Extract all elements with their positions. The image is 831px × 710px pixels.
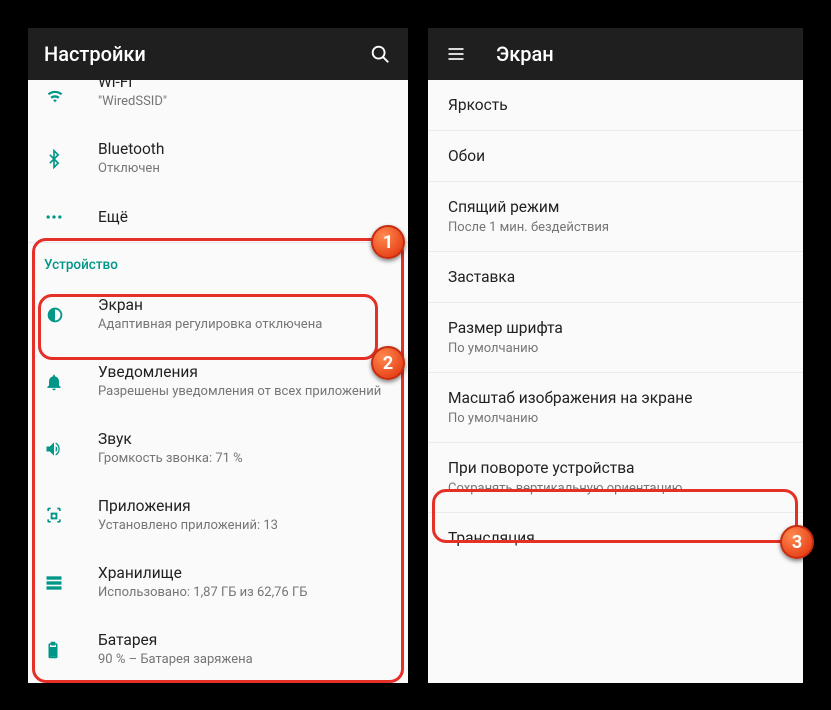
- badge-3: 3: [780, 525, 814, 559]
- battery-sub: 90 % – Батарея заряжена: [98, 652, 392, 669]
- row-brightness[interactable]: Яркость: [428, 80, 803, 131]
- fontsize-label: Размер шрифта: [448, 319, 783, 337]
- apps-icon: [44, 506, 98, 526]
- badge-2: 2: [371, 346, 405, 380]
- row-cast[interactable]: Трансляция: [428, 513, 803, 563]
- settings-list: Wi-Fi "WiredSSID" Bluetooth Отключен Ещё…: [28, 80, 408, 683]
- menu-icon[interactable]: [444, 42, 468, 66]
- screensaver-label: Заставка: [448, 268, 783, 286]
- settings-screen: Настройки Wi-Fi "WiredSSID" Bluetooth От…: [28, 28, 408, 683]
- row-displaysize[interactable]: Масштаб изображения на экране По умолчан…: [428, 373, 803, 443]
- storage-icon: [44, 573, 98, 593]
- wifi-label: Wi-Fi: [98, 72, 392, 92]
- battery-icon: [44, 639, 98, 661]
- storage-label: Хранилище: [98, 563, 392, 583]
- row-bluetooth[interactable]: Bluetooth Отключен: [28, 125, 408, 192]
- display-label: Экран: [98, 295, 392, 315]
- appbar-display: Экран: [428, 28, 803, 80]
- row-battery[interactable]: Батарея 90 % – Батарея заряжена: [28, 616, 408, 683]
- bluetooth-label: Bluetooth: [98, 139, 392, 159]
- displaysize-sub: По умолчанию: [448, 411, 783, 426]
- row-notifications[interactable]: Уведомления Разрешены уведомления от все…: [28, 348, 408, 415]
- row-fontsize[interactable]: Размер шрифта По умолчанию: [428, 303, 803, 373]
- row-more[interactable]: Ещё: [28, 192, 408, 242]
- bluetooth-sub: Отключен: [98, 161, 392, 178]
- sound-label: Звук: [98, 429, 392, 449]
- battery-label: Батарея: [98, 630, 392, 650]
- notifications-icon: [44, 372, 98, 392]
- section-device: Устройство: [28, 243, 408, 281]
- displaysize-label: Масштаб изображения на экране: [448, 389, 783, 407]
- row-sound[interactable]: Звук Громкость звонка: 71 %: [28, 415, 408, 482]
- row-storage[interactable]: Хранилище Использовано: 1,87 ГБ из 62,76…: [28, 549, 408, 616]
- display-screen: Экран Яркость Обои Спящий режим После 1 …: [428, 28, 803, 683]
- cast-label: Трансляция: [448, 529, 783, 547]
- wallpaper-label: Обои: [448, 147, 783, 165]
- page-title: Настройки: [44, 42, 368, 66]
- storage-sub: Использовано: 1,87 ГБ из 62,76 ГБ: [98, 585, 392, 602]
- notifications-label: Уведомления: [98, 362, 392, 382]
- display-list: Яркость Обои Спящий режим После 1 мин. б…: [428, 80, 803, 563]
- row-wallpaper[interactable]: Обои: [428, 131, 803, 182]
- wifi-icon: [44, 85, 98, 107]
- search-icon[interactable]: [368, 42, 392, 66]
- brightness-label: Яркость: [448, 96, 783, 114]
- apps-label: Приложения: [98, 496, 392, 516]
- row-display[interactable]: Экран Адаптивная регулировка отключена: [28, 281, 408, 348]
- display-icon: [44, 304, 98, 326]
- wifi-sub: "WiredSSID": [98, 94, 392, 111]
- row-wifi[interactable]: Wi-Fi "WiredSSID": [28, 80, 408, 125]
- apps-sub: Установлено приложений: 13: [98, 518, 392, 535]
- rotation-sub: Сохранять вертикальную ориентацию: [448, 481, 783, 496]
- display-sub: Адаптивная регулировка отключена: [98, 317, 392, 334]
- notifications-sub: Разрешены уведомления от всех приложений: [98, 384, 392, 401]
- rotation-label: При повороте устройства: [448, 459, 783, 477]
- row-screensaver[interactable]: Заставка: [428, 252, 803, 303]
- sleep-label: Спящий режим: [448, 198, 783, 216]
- bluetooth-icon: [44, 149, 98, 169]
- sound-sub: Громкость звонка: 71 %: [98, 451, 392, 468]
- sound-icon: [44, 439, 98, 459]
- fontsize-sub: По умолчанию: [448, 341, 783, 356]
- row-apps[interactable]: Приложения Установлено приложений: 13: [28, 482, 408, 549]
- sleep-sub: После 1 мин. бездействия: [448, 220, 783, 235]
- more-label: Ещё: [98, 207, 392, 227]
- row-sleep[interactable]: Спящий режим После 1 мин. бездействия: [428, 182, 803, 252]
- page-title: Экран: [496, 42, 787, 66]
- row-rotation[interactable]: При повороте устройства Сохранять вертик…: [428, 443, 803, 513]
- more-icon: [44, 207, 98, 227]
- badge-1: 1: [371, 225, 405, 259]
